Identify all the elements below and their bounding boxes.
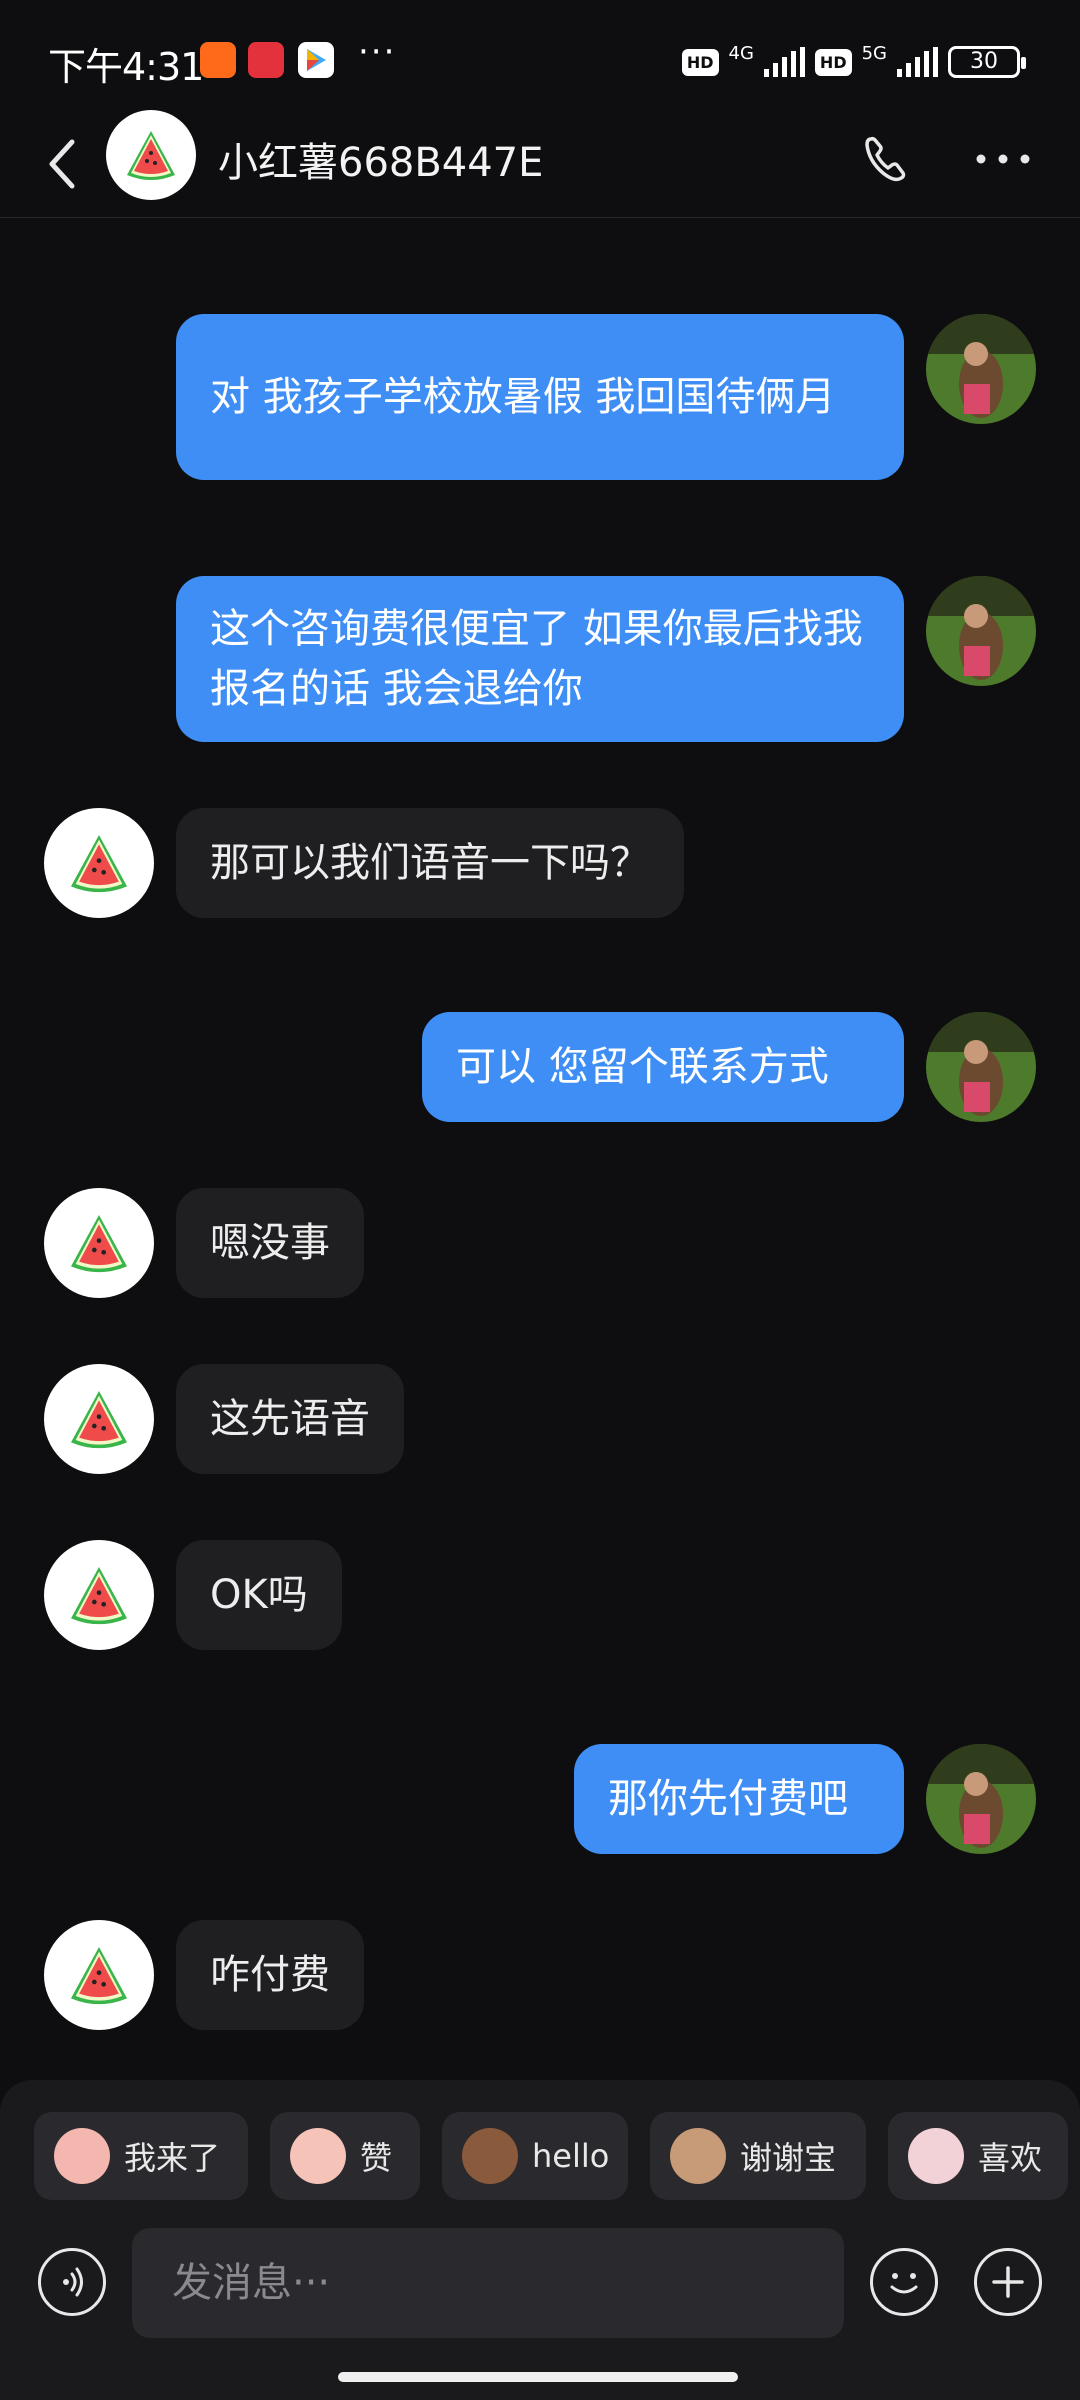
home-indicator[interactable] <box>338 2372 738 2382</box>
message-bubble-outgoing[interactable]: 这个咨询费很便宜了 如果你最后找我报名的话 我会退给你 <box>176 576 904 742</box>
contact-avatar[interactable] <box>44 808 154 918</box>
user-avatar[interactable] <box>926 576 1036 686</box>
quick-reply-chip[interactable]: 我来了 <box>34 2112 248 2200</box>
battery-icon: 30 <box>948 46 1026 78</box>
user-avatar[interactable] <box>926 1744 1036 1854</box>
watermelon-icon <box>127 131 175 180</box>
contact-avatar[interactable] <box>44 1364 154 1474</box>
watermelon-icon <box>71 1567 127 1625</box>
quick-reply-chip[interactable]: 赞 <box>270 2112 420 2200</box>
chat-header: 小红薯668B447E <box>0 110 1080 218</box>
message-bubble-outgoing[interactable]: 那你先付费吧 <box>574 1744 904 1854</box>
composer-panel: 我来了 赞 hello 谢谢宝 喜欢 <box>0 2080 1080 2400</box>
quick-reply-chip[interactable]: hello <box>442 2112 628 2200</box>
message-bubble-incoming[interactable]: 咋付费 <box>176 1920 364 2030</box>
status-indicators: HD 4G HD 5G 30 <box>681 42 1026 80</box>
user-avatar[interactable] <box>926 314 1036 424</box>
sticker-icon <box>290 2128 346 2184</box>
user-avatar[interactable] <box>926 1012 1036 1122</box>
message-bubble-incoming[interactable]: OK吗 <box>176 1540 342 1650</box>
back-button[interactable] <box>36 128 96 200</box>
hd-badge: HD <box>681 48 719 76</box>
watermelon-icon <box>71 1947 127 2005</box>
message-bubble-incoming[interactable]: 这先语音 <box>176 1364 404 1474</box>
sticker-icon <box>670 2128 726 2184</box>
app-notification-icon <box>200 42 236 78</box>
sticker-icon <box>462 2128 518 2184</box>
watermelon-icon <box>71 835 127 893</box>
hd-badge: HD <box>814 48 852 76</box>
message-bubble-incoming[interactable]: 那可以我们语音一下吗？ <box>176 808 684 918</box>
signal-icon <box>763 47 805 77</box>
status-more-dots: ··· <box>358 32 397 72</box>
app-notification-icon <box>248 42 284 78</box>
watermelon-icon <box>71 1391 127 1449</box>
play-store-icon <box>298 42 334 78</box>
voice-icon <box>63 2267 83 2297</box>
contact-avatar[interactable] <box>44 1540 154 1650</box>
sticker-icon <box>908 2128 964 2184</box>
status-time: 下午4:31 <box>48 45 204 89</box>
more-options-button[interactable] <box>968 124 1038 194</box>
phone-icon <box>865 136 906 182</box>
watermelon-icon <box>71 1215 127 1273</box>
message-bubble-outgoing[interactable]: 对 我孩子学校放暑假 我回国待俩月 <box>176 314 904 480</box>
sticker-icon <box>54 2128 110 2184</box>
contact-avatar[interactable] <box>106 110 196 200</box>
emoji-button[interactable] <box>870 2248 938 2316</box>
smiley-icon <box>890 2273 918 2294</box>
network-label: 5G <box>861 42 887 64</box>
quick-reply-chip[interactable]: 喜欢 <box>888 2112 1068 2200</box>
plus-icon <box>992 2266 1024 2298</box>
network-label: 4G <box>728 42 754 64</box>
message-input[interactable] <box>132 2228 844 2338</box>
contact-name[interactable]: 小红薯668B447E <box>218 130 543 188</box>
signal-icon <box>897 47 938 77</box>
voice-input-button[interactable] <box>38 2248 106 2316</box>
message-bubble-outgoing[interactable]: 可以 您留个联系方式 <box>422 1012 904 1122</box>
message-bubble-incoming[interactable]: 嗯没事 <box>176 1188 364 1298</box>
status-bar: 下午4:31 ··· HD 4G HD 5G 30 <box>0 0 1080 110</box>
contact-avatar[interactable] <box>44 1920 154 2030</box>
more-icon <box>976 154 1030 164</box>
quick-reply-chip[interactable]: 谢谢宝 <box>650 2112 866 2200</box>
call-button[interactable] <box>850 124 920 194</box>
more-actions-button[interactable] <box>974 2248 1042 2316</box>
contact-avatar[interactable] <box>44 1188 154 1298</box>
